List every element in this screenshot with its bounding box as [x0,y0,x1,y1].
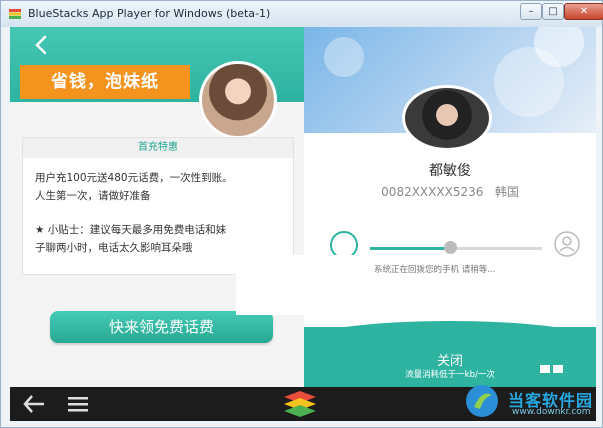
tip-line: ★ 小贴士：建议每天最多用免费电话和妹 [35,224,227,236]
back-arrow-icon[interactable] [30,33,54,57]
call-pane: 都敏俊 0082XXXXX5236 韩国 系统正在回拨您的手机 请稍等... 关… [304,27,596,387]
watermark-url: www.downkr.com [512,407,591,417]
app-content: 省钱，泡妹纸 首充特惠 用户充100元送480元话费，一次性到账。 人生第一次，… [10,27,596,387]
contact-country: 韩国 [494,185,519,199]
bluestacks-logo-icon[interactable] [282,389,318,419]
pager-dot [540,365,550,373]
call-progress-fill [370,247,444,250]
close-button[interactable]: ✕ [564,3,603,20]
window-title: BlueStacks App Player for Windows (beta-… [28,7,271,20]
promo-tag: 省钱，泡妹纸 [20,65,190,99]
minimize-button[interactable]: – [520,3,542,20]
pager-dot [553,365,563,373]
maximize-button[interactable]: □ [542,3,564,20]
contact-name: 都敏俊 [429,163,471,179]
contact-avatar-image [402,85,492,151]
blank-overlay [236,255,370,315]
offer-card-title: 首充特惠 [23,138,293,158]
call-status-text: 系统正在回拨您的手机 请稍等... [374,265,496,275]
android-back-icon[interactable] [22,393,46,415]
watermark-logo-icon [466,385,498,417]
contact-number-row: 0082XXXXX5236 韩国 [304,183,596,200]
offer-line: 人生第一次，请做好准备 [35,190,151,202]
contact-number: 0082XXXXX5236 [381,185,484,199]
tip-line: 子聊两小时，电话太久影响耳朵哦 [35,242,193,254]
android-menu-icon[interactable] [68,396,88,412]
app-window: BlueStacks App Player for Windows (beta-… [0,0,603,428]
claim-free-credit-button[interactable]: 快来领免费话费 [50,311,273,343]
bluestacks-app-icon [9,9,21,19]
promo-pane: 省钱，泡妹纸 首充特惠 用户充100元送480元话费，一次性到账。 人生第一次，… [10,27,304,387]
offer-line: 用户充100元送480元话费，一次性到账。 [35,172,233,184]
call-progress-knob [443,241,457,254]
promo-avatar-image [199,61,277,139]
title-bar: BlueStacks App Player for Windows (beta-… [1,1,603,27]
person-icon [554,231,580,257]
